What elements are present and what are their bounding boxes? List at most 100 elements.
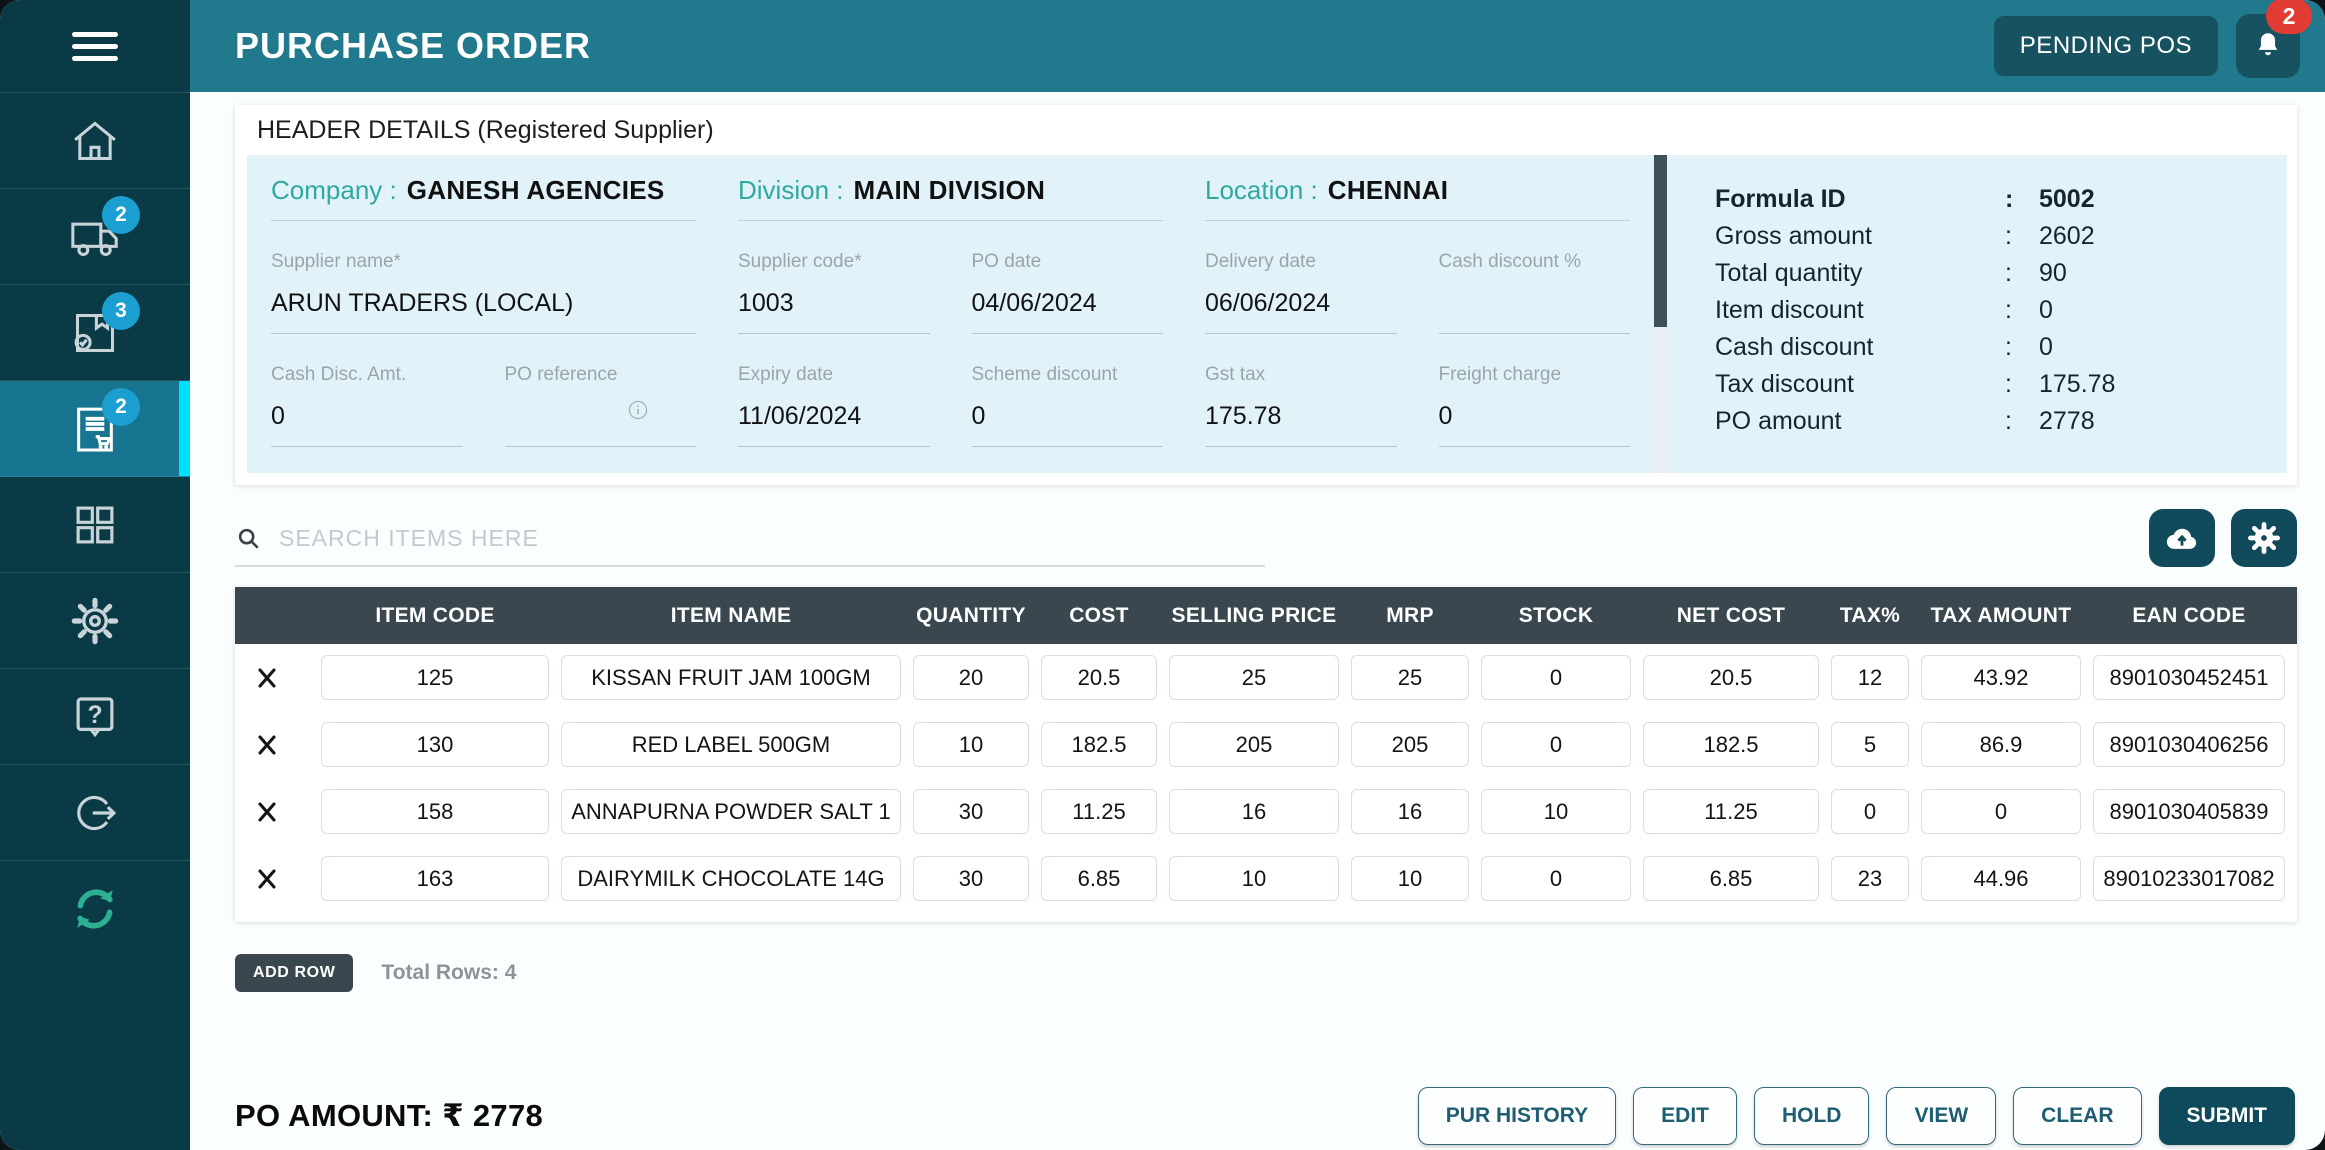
ean-code-input[interactable] bbox=[2093, 655, 2285, 700]
delivery-date-field[interactable]: Delivery date 06/06/2024 bbox=[1205, 251, 1397, 334]
scheme-discount-field[interactable]: Scheme discount 0 bbox=[971, 364, 1163, 447]
tax-amount-input[interactable] bbox=[1921, 856, 2081, 901]
col-ean-code: EAN CODE bbox=[2132, 603, 2246, 627]
quantity-input[interactable] bbox=[913, 789, 1029, 834]
sidebar-item-settings[interactable] bbox=[0, 573, 190, 669]
po-summary-panel: Formula ID : 5002 Gross amount : 2602 To… bbox=[1667, 155, 2287, 473]
cash-disc-amt-field[interactable]: Cash Disc. Amt. 0 bbox=[271, 364, 463, 447]
form-scrollbar-thumb[interactable] bbox=[1654, 155, 1667, 327]
ean-code-input[interactable] bbox=[2093, 789, 2285, 834]
hamburger-icon bbox=[72, 31, 118, 61]
quantity-input[interactable] bbox=[913, 722, 1029, 767]
info-icon[interactable] bbox=[626, 398, 650, 422]
delete-row-button[interactable] bbox=[247, 859, 287, 899]
mrp-input[interactable] bbox=[1351, 856, 1469, 901]
sidebar-item-modules[interactable] bbox=[0, 477, 190, 573]
sidebar-item-home[interactable] bbox=[0, 93, 190, 189]
ean-code-input[interactable] bbox=[2093, 722, 2285, 767]
grn-badge: 3 bbox=[102, 291, 140, 330]
add-row-button[interactable]: ADD ROW bbox=[235, 954, 354, 992]
stock-input[interactable] bbox=[1481, 789, 1631, 834]
tax-pct-input[interactable] bbox=[1831, 856, 1909, 901]
content: HEADER DETAILS (Registered Supplier) Com… bbox=[190, 92, 2325, 1150]
pending-pos-button[interactable]: PENDING POS bbox=[1993, 16, 2218, 76]
upload-button[interactable] bbox=[2149, 509, 2215, 567]
ean-code-input[interactable] bbox=[2093, 856, 2285, 901]
item-name-input[interactable] bbox=[561, 722, 901, 767]
mrp-input[interactable] bbox=[1351, 722, 1469, 767]
item-name-input[interactable] bbox=[561, 856, 901, 901]
form-scrollbar[interactable] bbox=[1654, 155, 1667, 473]
cost-input[interactable] bbox=[1041, 856, 1157, 901]
stock-input[interactable] bbox=[1481, 722, 1631, 767]
delete-row-button[interactable] bbox=[247, 792, 287, 832]
item-code-input[interactable] bbox=[321, 722, 549, 767]
hold-button[interactable]: HOLD bbox=[1753, 1087, 1870, 1145]
search-row bbox=[235, 509, 2297, 567]
topbar: PURCHASE ORDER PENDING POS 2 bbox=[190, 0, 2325, 92]
clear-button[interactable]: CLEAR bbox=[2013, 1087, 2142, 1145]
tax-amount-input[interactable] bbox=[1921, 789, 2081, 834]
hamburger-menu-button[interactable] bbox=[0, 0, 190, 93]
search-input[interactable] bbox=[277, 524, 1265, 553]
stock-input[interactable] bbox=[1481, 655, 1631, 700]
net-cost-input[interactable] bbox=[1643, 856, 1819, 901]
quantity-input[interactable] bbox=[913, 856, 1029, 901]
item-name-input[interactable] bbox=[561, 655, 901, 700]
delete-row-button[interactable] bbox=[247, 725, 287, 765]
division-label: Division : bbox=[738, 175, 844, 205]
sidebar-item-help[interactable]: ? bbox=[0, 669, 190, 765]
delete-row-button[interactable] bbox=[247, 658, 287, 698]
stock-input[interactable] bbox=[1481, 856, 1631, 901]
supplier-name-field[interactable]: Supplier name* ARUN TRADERS (LOCAL) bbox=[271, 251, 696, 334]
net-cost-input[interactable] bbox=[1643, 789, 1819, 834]
supplier-code-field[interactable]: Supplier code* 1003 bbox=[738, 251, 930, 334]
table-settings-button[interactable] bbox=[2231, 509, 2297, 567]
expiry-date-field[interactable]: Expiry date 11/06/2024 bbox=[738, 364, 930, 447]
header-details-title: HEADER DETAILS (Registered Supplier) bbox=[257, 115, 714, 144]
delete-x-icon bbox=[255, 867, 279, 891]
logout-icon bbox=[66, 784, 124, 842]
item-code-input[interactable] bbox=[321, 789, 549, 834]
mrp-input[interactable] bbox=[1351, 789, 1469, 834]
tax-pct-input[interactable] bbox=[1831, 722, 1909, 767]
selling-price-input[interactable] bbox=[1169, 856, 1339, 901]
submit-button[interactable]: SUBMIT bbox=[2158, 1087, 2295, 1145]
cost-input[interactable] bbox=[1041, 722, 1157, 767]
summary-row: Tax discount : 175.78 bbox=[1715, 370, 2116, 398]
tax-amount-input[interactable] bbox=[1921, 722, 2081, 767]
po-reference-field[interactable]: PO reference bbox=[504, 364, 696, 447]
net-cost-input[interactable] bbox=[1643, 722, 1819, 767]
notifications-button[interactable]: 2 bbox=[2236, 0, 2312, 78]
grid-icon bbox=[66, 496, 124, 554]
net-cost-input[interactable] bbox=[1643, 655, 1819, 700]
svg-text:?: ? bbox=[87, 701, 102, 728]
item-code-input[interactable] bbox=[321, 655, 549, 700]
cost-input[interactable] bbox=[1041, 655, 1157, 700]
po-date-field[interactable]: PO date 04/06/2024 bbox=[971, 251, 1163, 334]
cash-discount-pct-field[interactable]: Cash discount % bbox=[1438, 251, 1630, 334]
quantity-input[interactable] bbox=[913, 655, 1029, 700]
item-code-input[interactable] bbox=[321, 856, 549, 901]
view-button[interactable]: VIEW bbox=[1886, 1087, 1997, 1145]
sidebar-item-sync[interactable] bbox=[0, 861, 190, 956]
sidebar-item-grn[interactable]: 3 bbox=[0, 285, 190, 381]
selling-price-input[interactable] bbox=[1169, 722, 1339, 767]
freight-charge-field[interactable]: Freight charge 0 bbox=[1438, 364, 1630, 447]
col-stock: STOCK bbox=[1518, 603, 1594, 627]
mrp-input[interactable] bbox=[1351, 655, 1469, 700]
tax-amount-input[interactable] bbox=[1921, 655, 2081, 700]
pur-history-button[interactable]: PUR HISTORY bbox=[1417, 1087, 1617, 1145]
edit-button[interactable]: EDIT bbox=[1633, 1087, 1737, 1145]
selling-price-input[interactable] bbox=[1169, 655, 1339, 700]
sidebar-item-logout[interactable] bbox=[0, 765, 190, 861]
sidebar-item-deliveries[interactable]: 2 bbox=[0, 189, 190, 285]
selling-price-input[interactable] bbox=[1169, 789, 1339, 834]
cost-input[interactable] bbox=[1041, 789, 1157, 834]
gst-tax-field[interactable]: Gst tax 175.78 bbox=[1205, 364, 1397, 447]
tax-pct-input[interactable] bbox=[1831, 655, 1909, 700]
item-name-input[interactable] bbox=[561, 789, 901, 834]
tax-pct-input[interactable] bbox=[1831, 789, 1909, 834]
sidebar-item-purchase-order[interactable]: 2 bbox=[0, 381, 190, 477]
cloud-upload-icon bbox=[2162, 518, 2202, 558]
